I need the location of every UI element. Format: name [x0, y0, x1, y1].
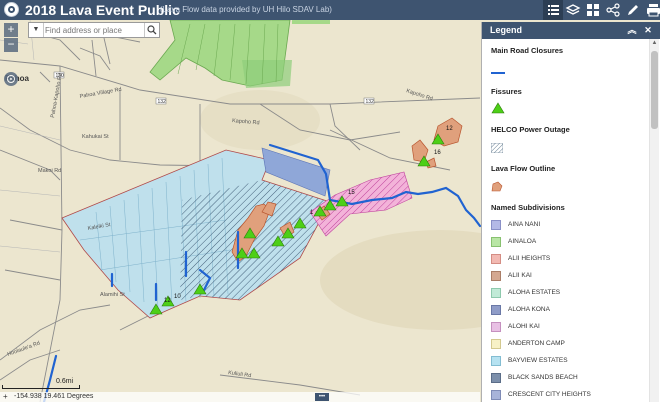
search-source-dropdown[interactable]: ▼	[29, 23, 44, 37]
zoom-out-button[interactable]: −	[4, 38, 18, 52]
basemap-icon[interactable]	[583, 0, 603, 20]
locate-button[interactable]	[4, 72, 18, 86]
legend-title: Legend	[490, 25, 523, 35]
coordinate-bar: + -154.938 19.461 Degrees	[0, 392, 480, 402]
more-button[interactable]: •••	[315, 393, 329, 401]
legend-item: ALOHI KAI	[491, 322, 641, 332]
legend-item: ALII KAI	[491, 271, 641, 281]
legend-panel: Legend ︽ ✕ Main Road Closures Fissures H…	[481, 22, 660, 402]
legend-item: ALOHA ESTATES	[491, 288, 641, 298]
legend-lava-outline-heading: Lava Flow Outline	[491, 164, 556, 173]
app-title: 2018 Lava Event Public	[25, 2, 180, 18]
legend-road-closure-symbol	[491, 65, 505, 75]
route-shield: 132	[158, 99, 167, 105]
legend-header: Legend ︽ ✕	[482, 22, 660, 39]
legend-scrollbar[interactable]: ▲	[649, 39, 659, 402]
legend-road-closures-heading: Main Road Closures	[491, 46, 564, 55]
scroll-up-icon[interactable]: ▲	[650, 39, 659, 47]
legend-item: AINALOA	[491, 237, 641, 247]
search-input[interactable]	[45, 23, 141, 37]
fissure-label: 16	[434, 150, 441, 156]
legend-item: CRESCENT CITY HEIGHTS	[491, 390, 641, 400]
fissure-label: 10	[174, 294, 181, 300]
draw-icon[interactable]	[623, 0, 643, 20]
layers-icon[interactable]	[563, 0, 583, 20]
search-widget: ▼	[28, 22, 160, 38]
print-icon[interactable]	[643, 0, 660, 20]
legend-fissures-heading: Fissures	[491, 87, 522, 96]
app-header: 2018 Lava Event Public (Lava Flow data p…	[0, 0, 660, 20]
app-subtitle: (Lava Flow data provided by UH Hilo SDAV…	[160, 5, 332, 14]
legend-subdivisions-heading: Named Subdivisions	[491, 203, 565, 212]
list-icon[interactable]	[543, 0, 563, 20]
scroll-thumb[interactable]	[651, 51, 658, 129]
fissure-label: 12	[164, 298, 171, 304]
crosshair-icon: +	[3, 392, 8, 401]
road-label: Alamihi St	[100, 292, 125, 298]
legend-item: BAYVIEW ESTATES	[491, 356, 641, 366]
scale-label: 0.6mi	[56, 378, 74, 385]
legend-body: Main Road Closures Fissures HELCO Power …	[482, 39, 650, 402]
collapse-icon[interactable]: ︽	[626, 24, 638, 36]
legend-fissure-symbol	[491, 101, 505, 114]
route-shield: 132	[366, 99, 375, 105]
road-label: Makoi Rd	[38, 168, 61, 174]
legend-lava-symbol	[491, 179, 503, 192]
legend-item: ANDERTON CAMP	[491, 339, 641, 349]
search-icon[interactable]	[144, 23, 159, 37]
coordinate-readout: -154.938 19.461 Degrees	[14, 393, 94, 400]
legend-item: BLACK SANDS BEACH	[491, 373, 641, 383]
zoom-in-button[interactable]: +	[4, 23, 18, 37]
terrain-shade	[200, 90, 320, 150]
legend-item: ALII HEIGHTS	[491, 254, 641, 264]
fissure-label: 12	[446, 126, 453, 132]
legend-item: ALOHA KONA	[491, 305, 641, 315]
road-label: Kahukai St	[82, 134, 109, 140]
fissure-label: 15	[348, 190, 355, 196]
legend-power-outage-heading: HELCO Power Outage	[491, 125, 570, 134]
scale-bar	[2, 385, 80, 389]
legend-power-outage-symbol	[490, 140, 504, 154]
app-logo	[4, 2, 19, 17]
legend-item: AINA NANI	[491, 220, 641, 230]
share-icon[interactable]	[603, 0, 623, 20]
close-icon[interactable]: ✕	[642, 24, 654, 36]
